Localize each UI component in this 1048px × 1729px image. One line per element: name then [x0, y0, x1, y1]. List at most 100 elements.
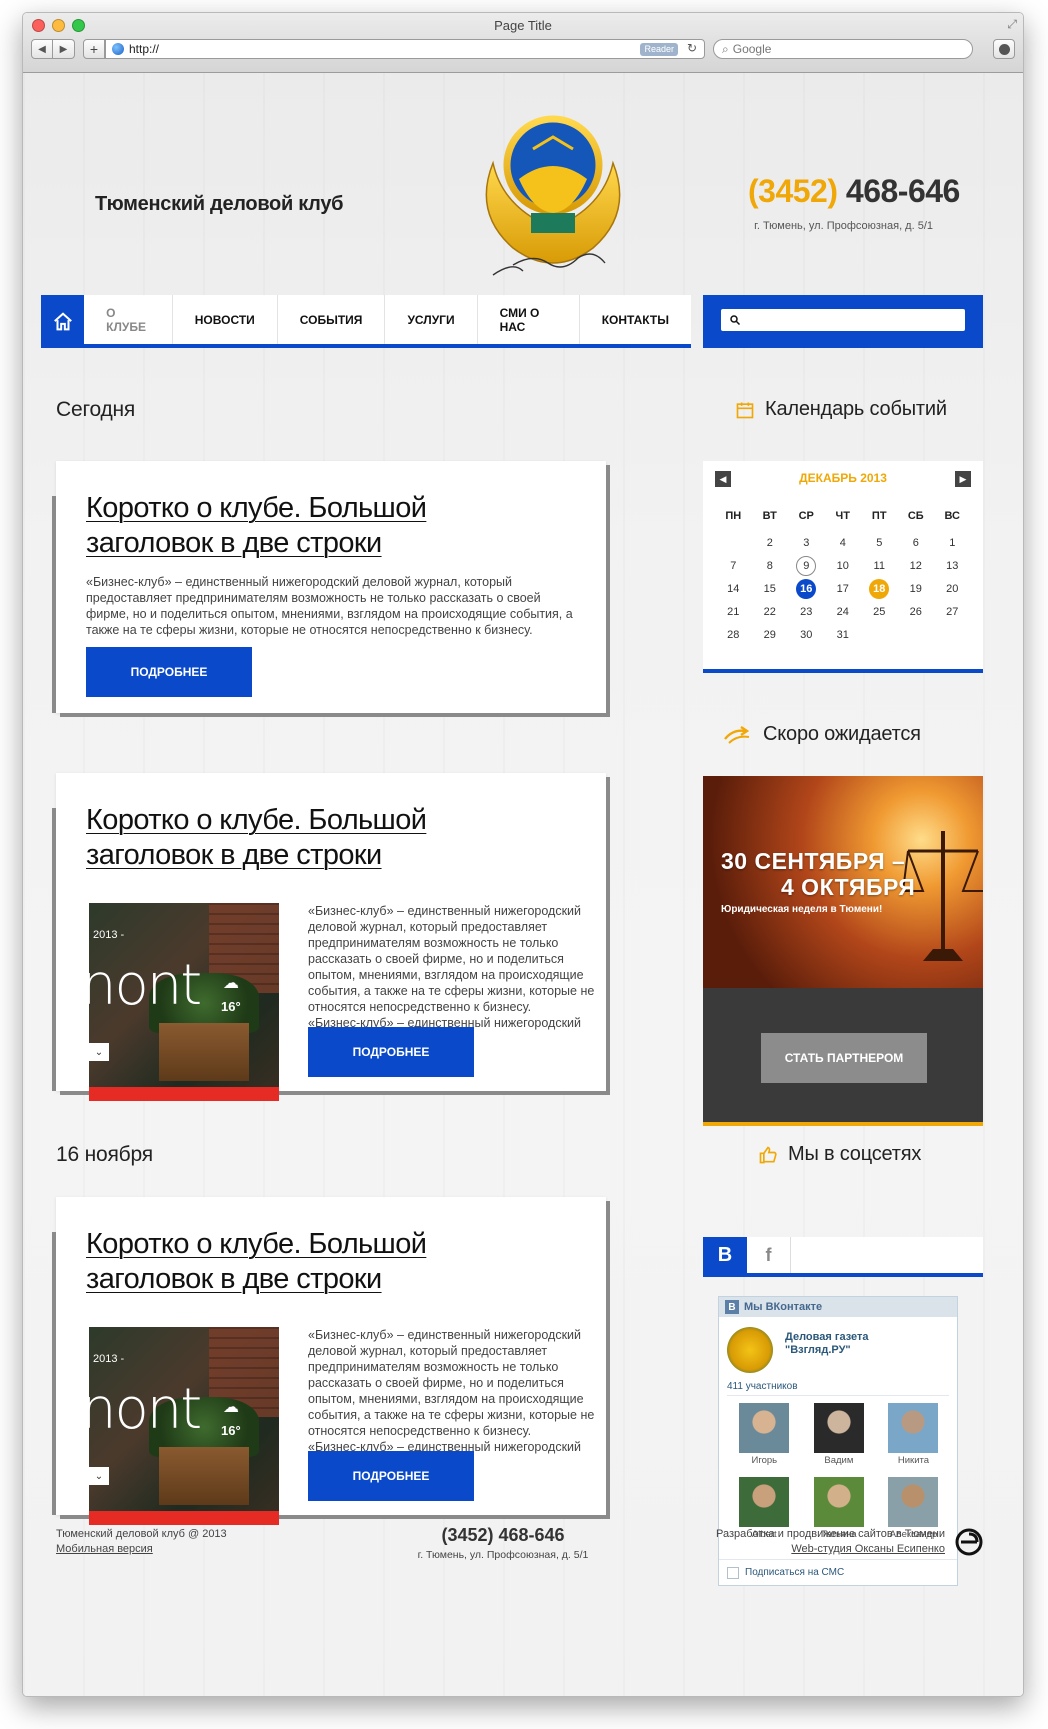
back-button[interactable]: ◀ [31, 39, 53, 59]
footer-phone[interactable]: (3452) 468-646 [403, 1525, 603, 1546]
calendar-day[interactable]: 12 [898, 556, 935, 576]
calendar-day[interactable]: 4 [825, 533, 862, 553]
site-search-input[interactable] [721, 309, 965, 331]
forward-button[interactable]: ▶ [53, 39, 75, 59]
calendar-day[interactable]: 21 [715, 602, 752, 622]
weekday-label: ВС [944, 510, 960, 522]
calendar-day[interactable]: 23 [788, 602, 825, 622]
banner-subtitle: Юридическая неделя в Тюмени! [721, 904, 883, 915]
reader-button[interactable]: Reader [640, 43, 678, 56]
home-button[interactable] [41, 295, 85, 348]
card-text: «Бизнес-клуб» – единственный нижегородск… [308, 903, 603, 1031]
weather-icon: ☁ [223, 1399, 239, 1416]
menu-item-news[interactable]: НОВОСТИ [173, 295, 278, 344]
calendar-day[interactable]: 25 [861, 602, 898, 622]
calendar-day[interactable]: 9 [788, 555, 825, 576]
url-text: http:// [129, 42, 160, 56]
header-phone[interactable]: (3452) 468-646 [748, 173, 960, 210]
more-button[interactable]: ПОДРОБНЕЕ [308, 1027, 474, 1077]
card-title[interactable]: Коротко о клубе. Большой заголовок в две… [86, 1227, 556, 1297]
downloads-button[interactable] [993, 39, 1015, 59]
menu-item-services[interactable]: УСЛУГИ [385, 295, 478, 344]
calendar-day[interactable]: 7 [715, 556, 752, 576]
calendar-day[interactable]: 28 [715, 625, 752, 645]
calendar-day[interactable]: 14 [715, 579, 752, 599]
menu-item-about[interactable]: О КЛУБЕ [84, 295, 173, 344]
weather-icon: ☁ [223, 975, 239, 992]
calendar-day[interactable]: 26 [898, 602, 935, 622]
calendar-day[interactable]: 1 [934, 533, 971, 553]
news-card-1: Коротко о клубе. Большой заголовок в две… [52, 461, 606, 713]
calendar-day[interactable]: 16 [788, 578, 825, 599]
calendar-day-number: 29 [763, 628, 776, 641]
card-text: «Бизнес-клуб» – единственный нижегородск… [86, 575, 573, 637]
calendar-day[interactable]: 24 [825, 602, 862, 622]
add-bookmark-button[interactable]: + [83, 39, 105, 59]
calendar-day-number: 16 [796, 578, 817, 599]
calendar-day[interactable]: 19 [898, 579, 935, 599]
menu-item-events[interactable]: СОБЫТИЯ [278, 295, 386, 344]
event-banner[interactable]: 30 СЕНТЯБРЯ – 4 ОКТЯБРЯ Юридическая неде… [703, 776, 983, 1126]
weekday-label: ВТ [762, 510, 777, 522]
vk-member-photo [813, 1477, 864, 1527]
card-text-main: «Бизнес-клуб» – единственный нижегородск… [308, 904, 595, 1014]
calendar-day[interactable]: 15 [752, 579, 789, 599]
calendar-day[interactable]: 3 [788, 533, 825, 553]
card-title[interactable]: Коротко о клубе. Большой заголовок в две… [86, 803, 556, 873]
studio-link[interactable]: Web-студия Оксаны Есипенко [716, 1542, 945, 1557]
calendar-day[interactable]: 2 [752, 533, 789, 553]
mobile-version-link[interactable]: Мобильная версия [56, 1542, 227, 1557]
image-red-bar [89, 1511, 279, 1525]
next-month-button[interactable]: ▶ [955, 471, 971, 487]
calendar-day[interactable]: 10 [825, 556, 862, 576]
club-logo[interactable] [453, 93, 653, 293]
url-bar[interactable]: http:// Reader ↻ [105, 39, 705, 59]
calendar-day[interactable]: 6 [898, 533, 935, 553]
calendar-day[interactable]: 13 [934, 556, 971, 576]
vk-group-name[interactable]: Деловая газета "Взгляд.РУ" [785, 1331, 935, 1357]
calendar-day[interactable]: 17 [825, 579, 862, 599]
tab-facebook[interactable]: f [747, 1237, 791, 1273]
vk-group-avatar[interactable] [727, 1327, 773, 1373]
calendar-week: 2 3 4 5 6 1 [715, 531, 971, 554]
tab-vkontakte[interactable]: В [703, 1237, 747, 1273]
calendar-day[interactable]: 8 [752, 556, 789, 576]
subscribe-checkbox[interactable] [727, 1566, 739, 1579]
weekday-label: ЧТ [835, 510, 850, 522]
subscribe-label[interactable]: Подписаться на СМС [745, 1567, 844, 1578]
calendar-day[interactable]: 18 [861, 578, 898, 599]
calendar-day[interactable]: 20 [934, 579, 971, 599]
studio-logo-icon[interactable] [955, 1528, 983, 1556]
vk-member[interactable]: Игорь [727, 1403, 802, 1477]
calendar-day[interactable]: 5 [861, 533, 898, 553]
vk-member[interactable]: Вадим [802, 1403, 877, 1477]
calendar-day-number: 20 [946, 582, 959, 595]
calendar-day[interactable]: 22 [752, 602, 789, 622]
more-button[interactable]: ПОДРОБНЕЕ [308, 1451, 474, 1501]
fullscreen-icon[interactable]: ⤢ [1007, 17, 1017, 32]
vk-members-count[interactable]: 411 участников [727, 1381, 798, 1392]
browser-window: Page Title ⤢ ◀ ▶ + http:// Reader ↻ ⌕ Go… [22, 12, 1024, 1697]
calendar-day[interactable]: 31 [825, 625, 862, 645]
become-partner-button[interactable]: СТАТЬ ПАРТНЕРОМ [761, 1033, 927, 1083]
card-text: «Бизнес-клуб» – единственный нижегородск… [308, 1327, 603, 1455]
events-calendar: ◀ ДЕКАБРЬ 2013 ▶ ПН ВТ СР ЧТ ПТ СБ ВС 2 3 4 5 6 1 7 8 9… [703, 461, 983, 673]
calendar-day-number: 9 [796, 555, 817, 576]
calendar-day[interactable]: 11 [861, 556, 898, 576]
card-image[interactable]: 2013 - nont 16° ☁ ⌄ [89, 903, 279, 1101]
card-image[interactable]: 2013 - nont 16° ☁ ⌄ [89, 1327, 279, 1525]
image-planter [159, 1023, 249, 1081]
menu-item-contacts[interactable]: КОНТАКТЫ [580, 295, 691, 344]
calendar-day[interactable]: 30 [788, 625, 825, 645]
more-button[interactable]: ПОДРОБНЕЕ [86, 647, 252, 697]
reload-icon[interactable]: ↻ [687, 41, 697, 55]
vk-member[interactable]: Никита [876, 1403, 951, 1477]
calendar-day[interactable]: 27 [934, 602, 971, 622]
calendar-day[interactable]: 29 [752, 625, 789, 645]
calendar-week: 14 15 16 17 18 19 20 [715, 577, 971, 600]
calendar-day-number: 27 [946, 605, 959, 618]
menu-item-media[interactable]: СМИ О НАС [478, 295, 580, 344]
search-field[interactable]: ⌕ Google [713, 39, 973, 59]
card-title[interactable]: Коротко о клубе. Большой заголовок в две… [86, 491, 556, 561]
calendar-week: 28 29 30 31 [715, 623, 971, 646]
